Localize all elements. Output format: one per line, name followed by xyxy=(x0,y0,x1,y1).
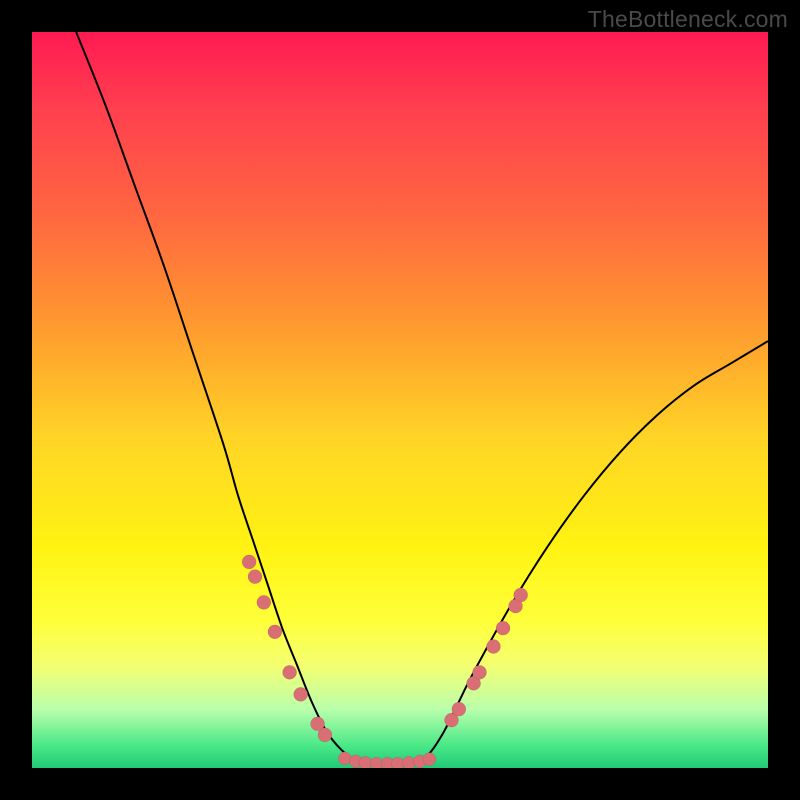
marker-cluster-bottom xyxy=(338,752,436,768)
data-marker xyxy=(423,753,436,766)
marker-cluster-right xyxy=(445,588,528,727)
marker-cluster-left xyxy=(242,555,332,742)
data-marker xyxy=(318,728,332,742)
data-marker xyxy=(242,555,256,569)
data-marker xyxy=(452,702,466,716)
plot-area xyxy=(32,32,768,768)
curve-svg xyxy=(32,32,768,768)
data-marker xyxy=(268,625,282,639)
watermark-text: TheBottleneck.com xyxy=(588,6,788,33)
data-marker xyxy=(472,665,486,679)
data-marker xyxy=(283,665,297,679)
data-marker xyxy=(486,640,500,654)
bottleneck-curve-path xyxy=(76,32,768,765)
data-marker xyxy=(496,621,510,635)
data-marker xyxy=(257,595,271,609)
chart-stage: TheBottleneck.com xyxy=(0,0,800,800)
data-marker xyxy=(514,588,528,602)
data-marker xyxy=(248,570,262,584)
data-marker xyxy=(294,687,308,701)
